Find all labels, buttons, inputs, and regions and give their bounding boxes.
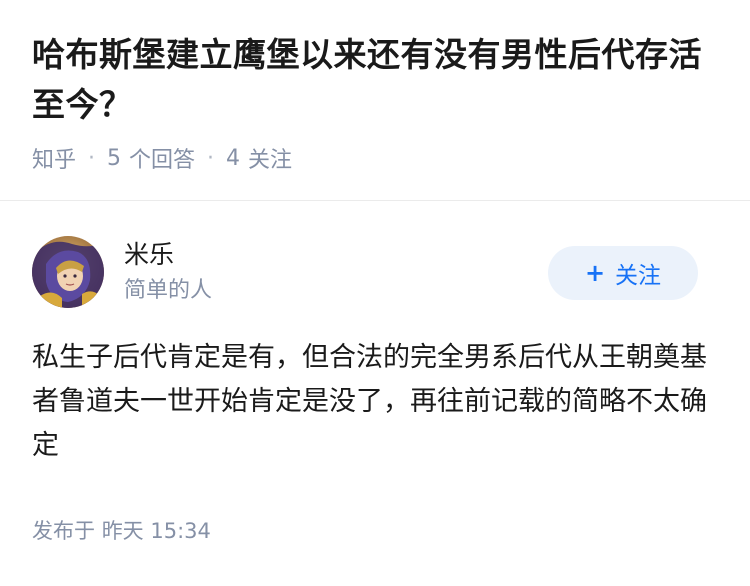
meta-separator: · [207,145,215,171]
meta-separator: · [88,145,96,171]
section-divider [0,200,750,201]
follow-count-label[interactable]: 关注 [248,142,292,174]
author-bio: 简单的人 [124,278,213,303]
published-time: 昨天 15:34 [101,519,211,543]
author-row: 米乐 简单的人 + 关注 [32,236,698,308]
question-meta: 知乎 · 5 个回答 · 4 关注 [32,138,722,178]
question-header: 哈布斯堡建立鹰堡以来还有没有男性后代存活至今？ 知乎 · 5 个回答 · 4 关… [32,30,722,178]
answer-timestamp: 发布于 昨天 15:34 [32,515,211,547]
question-title[interactable]: 哈布斯堡建立鹰堡以来还有没有男性后代存活至今？ [32,30,722,130]
avatar-image [32,236,104,308]
plus-icon: + [584,259,606,287]
zhihu-answer-page: 哈布斯堡建立鹰堡以来还有没有男性后代存活至今？ 知乎 · 5 个回答 · 4 关… [0,0,750,586]
answer-count-label[interactable]: 个回答 [129,142,195,174]
author-name[interactable]: 米乐 [124,238,174,272]
source-label[interactable]: 知乎 [32,142,76,174]
avatar[interactable] [32,236,104,308]
answer-count[interactable]: 5 [107,146,121,171]
follow-count[interactable]: 4 [226,146,240,171]
follow-button-label: 关注 [615,263,662,289]
published-label: 发布于 [32,519,95,543]
follow-button[interactable]: + 关注 [548,246,698,300]
answer-content: 私生子后代肯定是有，但合法的完全男系后代从王朝奠基者鲁道夫一世开始肯定是没了，再… [32,342,707,461]
